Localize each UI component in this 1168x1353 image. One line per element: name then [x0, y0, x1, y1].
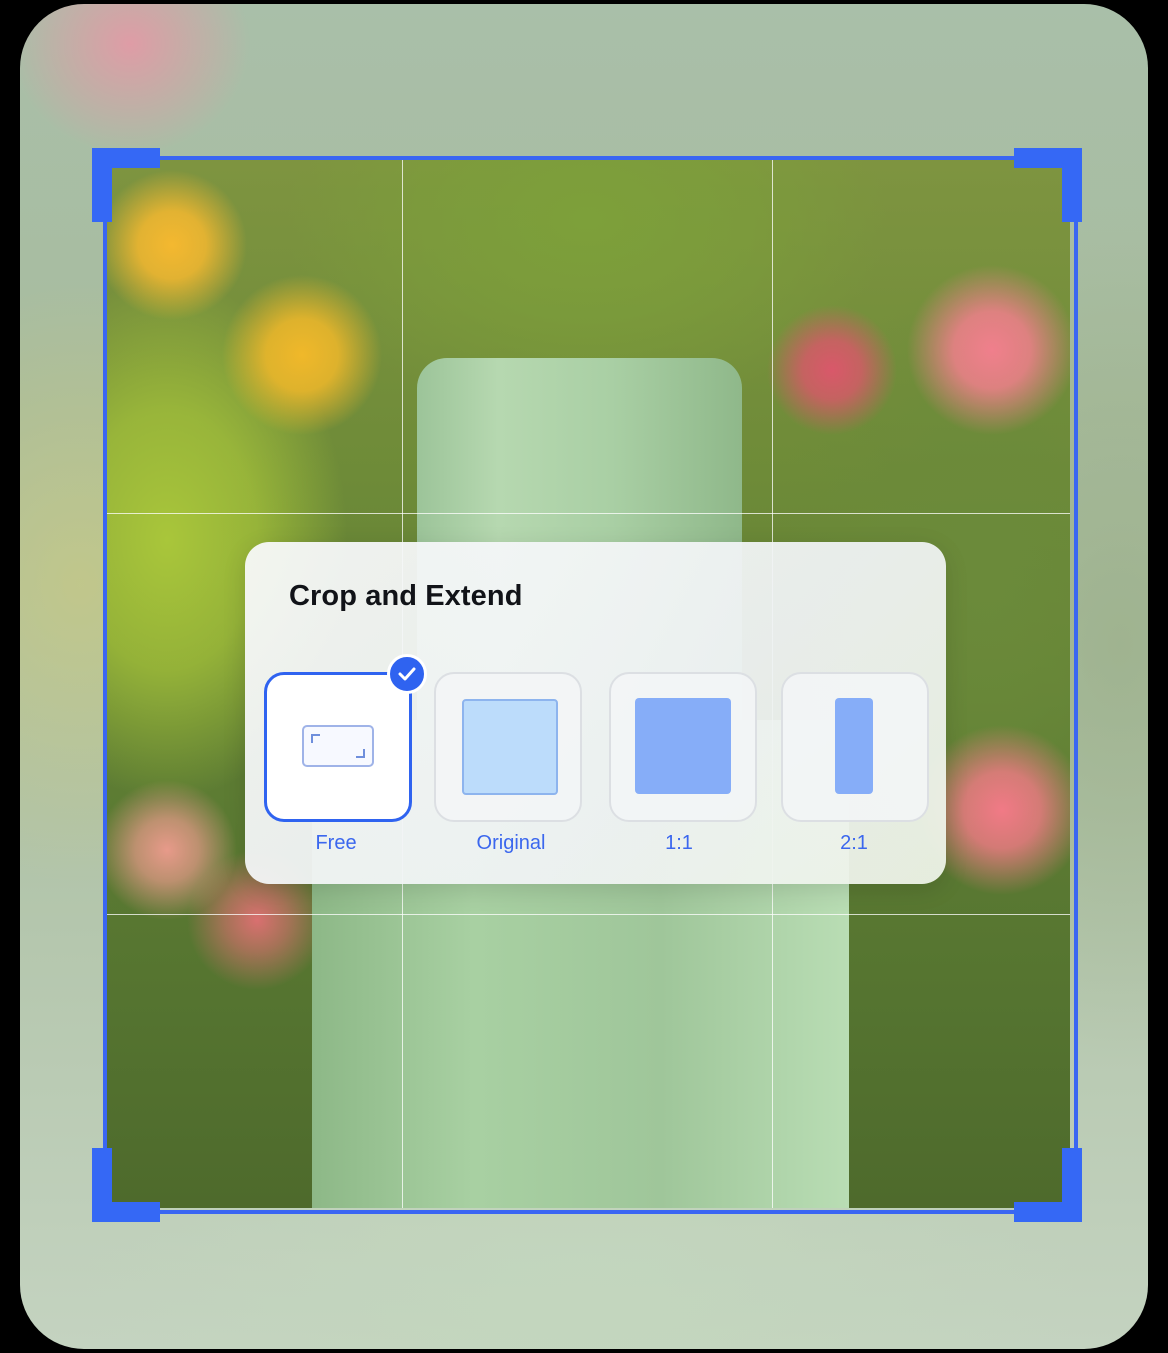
option-2-1-button[interactable]: [781, 672, 929, 822]
option-1-1-button[interactable]: [609, 672, 757, 822]
panel-title: Crop and Extend: [289, 580, 523, 612]
crop-handle-top-right[interactable]: [1014, 148, 1082, 222]
crop-and-extend-panel: Crop and Extend Free Original 1:1 2:1: [245, 542, 946, 884]
option-2-1-label: 2:1: [840, 832, 868, 854]
square-ratio-icon: [635, 698, 731, 794]
portrait-ratio-icon: [835, 698, 873, 794]
option-1-1-label: 1:1: [665, 832, 693, 854]
option-free-button[interactable]: [264, 672, 412, 822]
option-free-label: Free: [315, 832, 357, 854]
option-original-label: Original: [476, 832, 546, 854]
original-ratio-icon: [462, 699, 558, 795]
crop-handle-bottom-right[interactable]: [1014, 1148, 1082, 1222]
checkmark-icon: [387, 654, 427, 694]
crop-handle-top-left[interactable]: [92, 148, 160, 222]
crop-handle-bottom-left[interactable]: [92, 1148, 160, 1222]
free-crop-icon: [302, 725, 374, 767]
option-original-button[interactable]: [434, 672, 582, 822]
